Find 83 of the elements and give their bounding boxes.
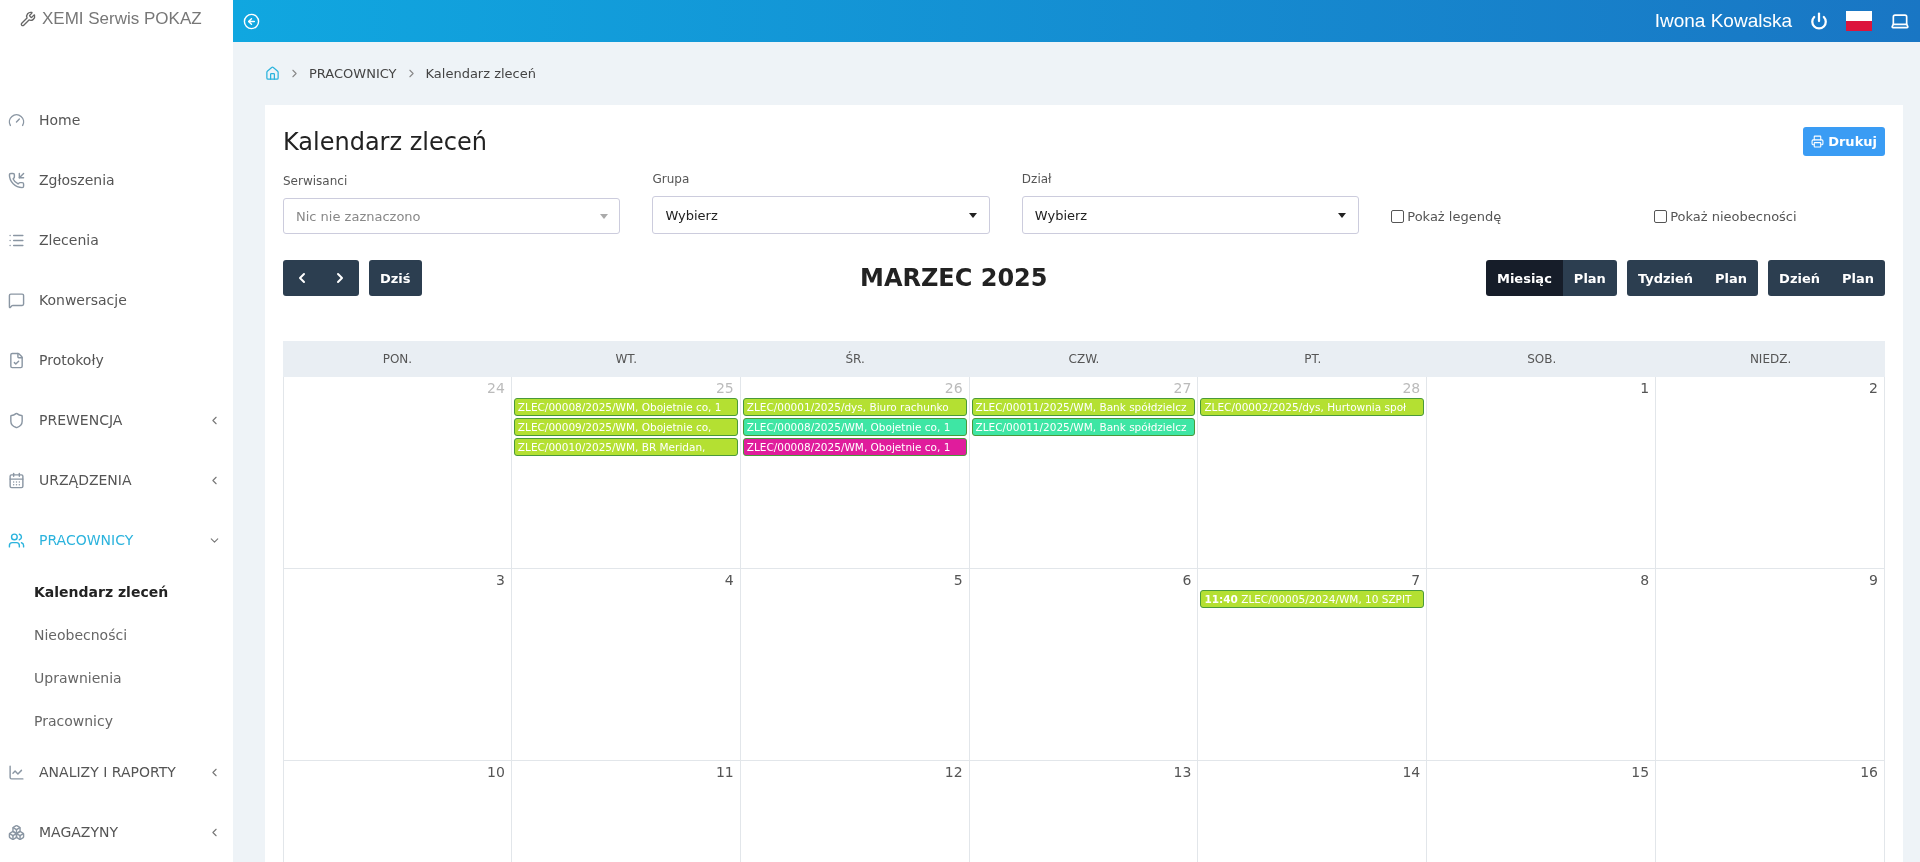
filter-label: Grupa [652, 172, 691, 186]
wrench-icon [20, 10, 36, 27]
sidebar-item-icon [8, 171, 25, 189]
sidebar-item[interactable]: PREWENCJA [0, 390, 233, 450]
view-button[interactable]: Dzień [1768, 260, 1831, 296]
previous-button[interactable] [283, 260, 321, 296]
today-button[interactable]: Dziś [369, 260, 422, 296]
day-number: 3 [495, 572, 506, 588]
sidebar-item-icon [8, 763, 25, 781]
calendar-event[interactable]: ZLEC/00008/2025/WM, Obojetnie co, 1 [742, 438, 967, 456]
view-button[interactable]: Miesiąc [1485, 260, 1563, 296]
page-title: Kalendarz zleceń [283, 127, 487, 156]
sidebar-item-icon [8, 351, 25, 369]
day-number: 16 [1860, 764, 1879, 780]
select-field[interactable]: Wybierz [652, 196, 990, 234]
sidebar-item-icon [8, 823, 25, 841]
checkbox[interactable]: Pokaż nieobecności [1654, 198, 1885, 234]
filter-label: Dział [1021, 172, 1053, 186]
month-title: MARZEC 2025 [860, 264, 1048, 292]
weekday-header: PT. [1198, 341, 1428, 377]
day-number: 11 [715, 764, 735, 780]
sidebar-item[interactable]: Protokoły [0, 330, 233, 390]
sidebar-item[interactable]: Zlecenia [0, 210, 233, 270]
collapse-icon[interactable] [243, 12, 260, 30]
day-number: 26 [944, 380, 964, 396]
submenu-item[interactable]: Uprawnienia [0, 656, 233, 699]
day-number: 1 [1640, 380, 1651, 396]
submenu-item[interactable]: Pracownicy [0, 699, 233, 742]
weekday-header: PON. [283, 341, 512, 377]
day-number: 12 [944, 764, 964, 780]
sidebar-item[interactable]: URZĄDZENIA [0, 450, 233, 510]
day-number: 5 [953, 572, 964, 588]
sidebar-item[interactable]: MAGAZYNY [0, 802, 233, 862]
day-number: 4 [724, 572, 735, 588]
flag-icon[interactable] [1846, 11, 1872, 31]
sidebar-item-icon [8, 411, 25, 429]
day-number: 9 [1869, 572, 1879, 588]
submenu-item[interactable]: Nieobecności [0, 613, 233, 656]
sidebar-item-icon [8, 531, 25, 549]
brand-name: XEMI Serwis POKAZ [42, 8, 202, 29]
day-number: 7 [1411, 572, 1422, 588]
weekday-header: SOB. [1427, 341, 1657, 377]
day-number: 10 [487, 764, 506, 780]
day-number: 24 [487, 380, 506, 396]
user-name: Iwona Kowalska [1654, 10, 1792, 32]
laptop-icon[interactable] [1890, 11, 1910, 31]
sidebar-item-icon [8, 111, 25, 129]
day-number: 13 [1173, 764, 1193, 780]
view-button[interactable]: Tydzień [1626, 260, 1705, 296]
next-button[interactable] [321, 260, 359, 296]
caret-icon [968, 212, 977, 218]
submenu-item[interactable]: Kalendarz zleceń [0, 570, 233, 613]
weekday-header: CZW. [969, 341, 1199, 377]
weekday-header: ŚR. [740, 341, 970, 377]
day-number: 27 [1173, 380, 1193, 396]
day-number: 15 [1631, 764, 1651, 780]
view-button[interactable]: Plan [1562, 260, 1617, 296]
weekday-header: WT. [511, 341, 741, 377]
view-button[interactable]: Plan [1704, 260, 1759, 296]
select-field[interactable]: Nic nie zaznaczono [283, 198, 621, 234]
caret-icon [600, 214, 609, 219]
select-field[interactable]: Wybierz [1021, 196, 1360, 234]
checkbox[interactable]: Pokaż legendę [1391, 198, 1623, 234]
print-icon [1811, 135, 1825, 148]
day-number: 14 [1402, 764, 1422, 780]
weekday-header: NIEDZ. [1656, 341, 1885, 377]
power-icon[interactable] [1810, 12, 1828, 30]
day-number: 6 [1182, 572, 1193, 588]
breadcrumb-item[interactable]: PRACOWNICY [309, 66, 397, 81]
day-number: 25 [715, 380, 735, 396]
sidebar-item-icon [8, 291, 25, 309]
sidebar-item-icon [8, 471, 25, 489]
sidebar-item[interactable]: Zgłoszenia [0, 150, 233, 210]
day-number: 2 [1869, 380, 1879, 396]
sidebar-item[interactable]: Konwersacje [0, 270, 233, 330]
sidebar-item[interactable]: Home [0, 90, 233, 150]
day-number: 8 [1640, 572, 1651, 588]
filter-label: Serwisanci [283, 174, 349, 188]
view-button[interactable]: Plan [1831, 260, 1885, 296]
breadcrumb-item: Kalendarz zleceń [425, 66, 536, 81]
caret-icon [1338, 212, 1347, 218]
sidebar-item[interactable]: ANALIZY I RAPORTY [0, 742, 233, 802]
day-number: 28 [1402, 380, 1422, 396]
